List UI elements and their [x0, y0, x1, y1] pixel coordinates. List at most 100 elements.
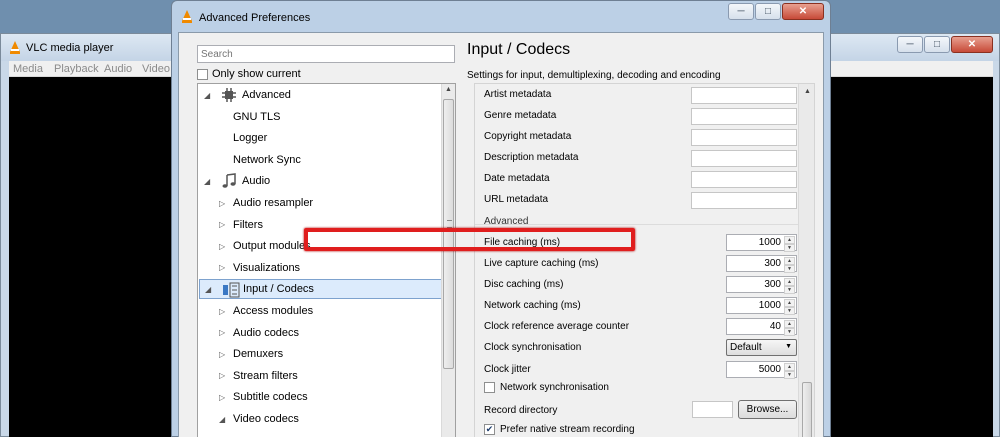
spin-down-icon[interactable]: ▼: [784, 307, 795, 315]
settings-panel: Artist metadata Genre metadata Copyright m…: [474, 83, 815, 437]
spin-down-icon[interactable]: ▼: [784, 371, 795, 379]
url-metadata-label: URL metadata: [484, 194, 549, 205]
tree-item-visualizations[interactable]: ▷ Visualizations: [199, 258, 442, 278]
spin-down-icon[interactable]: ▼: [784, 286, 795, 294]
tree-item-audio-codecs[interactable]: ▷ Audio codecs: [199, 323, 442, 343]
tree-scrollbar[interactable]: ▲: [441, 84, 455, 437]
only-show-current-checkbox[interactable]: [197, 68, 208, 80]
tree-item-video-codecs[interactable]: ◢ Video codecs: [199, 409, 442, 429]
expand-arrow-icon[interactable]: ◢: [204, 177, 210, 186]
tree-item-subtitle-codecs[interactable]: ▷ Subtitle codecs: [199, 387, 442, 407]
expand-arrow-icon[interactable]: ◢: [205, 285, 211, 294]
tree-item-audio-resampler[interactable]: ▷ Audio resampler: [199, 193, 442, 213]
codec-icon: [222, 282, 240, 298]
collapsed-arrow-icon[interactable]: ▷: [219, 199, 225, 208]
expand-arrow-icon[interactable]: ◢: [219, 415, 225, 424]
tree-item-label: Audio: [242, 175, 271, 188]
vlc-cone-icon: [8, 40, 22, 57]
copyright-metadata-label: Copyright metadata: [484, 131, 572, 142]
network-sync-label: Network synchronisation: [500, 382, 609, 393]
tree-item-label: GNU TLS: [233, 110, 281, 123]
spin-up-icon[interactable]: ▲: [784, 320, 795, 328]
menu-playback[interactable]: Playback: [54, 63, 99, 75]
only-show-current-label: Only show current: [212, 68, 301, 80]
tree-item-label: Visualizations: [233, 261, 301, 274]
clock-reference-average-counter-spinbox[interactable]: 40 ▲ ▼: [726, 318, 797, 336]
collapsed-arrow-icon[interactable]: ▷: [219, 242, 225, 251]
group-advanced-label: Advanced: [484, 216, 529, 227]
spin-down-icon[interactable]: ▼: [784, 265, 795, 273]
network-sync-checkbox[interactable]: [484, 382, 495, 393]
dialog-maximize-button[interactable]: □: [755, 3, 781, 20]
panel-title: Input / Codecs: [467, 41, 571, 58]
scroll-up-arrow-icon[interactable]: ▲: [445, 86, 452, 93]
tree-item-label: Input / Codecs: [243, 283, 314, 296]
artist-metadata-field[interactable]: [691, 87, 797, 104]
clock-jitter-value: 5000: [758, 364, 781, 375]
tree-item-demuxers[interactable]: ▷ Demuxers: [199, 344, 442, 364]
prefer-native-option[interactable]: ✔ Prefer native stream recording: [484, 424, 635, 435]
category-tree: ◢ Advanced GNU TLS Logger Network Sync ◢ Audio…: [197, 83, 456, 437]
tree-item-stream-filters[interactable]: ▷ Stream filters: [199, 366, 442, 386]
collapsed-arrow-icon[interactable]: ▷: [219, 220, 225, 229]
record-directory-field[interactable]: [692, 401, 733, 418]
collapsed-arrow-icon[interactable]: ▷: [219, 307, 225, 316]
spin-up-icon[interactable]: ▲: [784, 257, 795, 265]
collapsed-arrow-icon[interactable]: ▷: [219, 263, 225, 272]
search-input[interactable]: [197, 45, 455, 63]
chevron-down-icon: ▼: [785, 343, 792, 350]
scroll-up-arrow-icon[interactable]: ▲: [804, 88, 811, 95]
network-caching-ms-value: 1000: [758, 300, 781, 311]
only-show-current-option[interactable]: Only show current: [197, 68, 301, 80]
collapsed-arrow-icon[interactable]: ▷: [219, 371, 225, 380]
live-capture-caching-ms-spinbox[interactable]: 300 ▲ ▼: [726, 255, 797, 273]
genre-metadata-field[interactable]: [691, 108, 797, 125]
network-caching-ms-label: Network caching (ms): [484, 300, 581, 311]
record-directory-label: Record directory: [484, 405, 558, 416]
description-metadata-field[interactable]: [691, 150, 797, 167]
settings-scrollbar[interactable]: ▲: [798, 84, 814, 437]
menu-media[interactable]: Media: [13, 63, 43, 75]
music-note-icon: [221, 173, 237, 189]
collapsed-arrow-icon[interactable]: ▷: [219, 328, 225, 337]
tree-item-label: Network Sync: [233, 153, 301, 166]
tree-item-audio[interactable]: ◢ Audio: [199, 171, 442, 191]
tree-item-input-codecs[interactable]: ◢ Input / Codecs: [199, 279, 442, 300]
spin-up-icon[interactable]: ▲: [784, 363, 795, 371]
spin-down-icon[interactable]: ▼: [784, 244, 795, 252]
menu-video[interactable]: Video: [142, 63, 170, 75]
network-caching-ms-spinbox[interactable]: 1000 ▲ ▼: [726, 297, 797, 315]
network-sync-option[interactable]: Network synchronisation: [484, 382, 609, 393]
menu-audio[interactable]: Audio: [104, 63, 132, 75]
minimize-button[interactable]: ─: [897, 36, 923, 53]
collapsed-arrow-icon[interactable]: ▷: [219, 393, 225, 402]
clock-jitter-label: Clock jitter: [484, 364, 531, 375]
clock-sync-select[interactable]: Default ▼: [726, 339, 797, 356]
spin-up-icon[interactable]: ▲: [784, 299, 795, 307]
tree-item-advanced[interactable]: ◢ Advanced: [199, 85, 442, 105]
maximize-button[interactable]: □: [924, 36, 950, 53]
tree-item-network-sync[interactable]: Network Sync: [199, 150, 442, 170]
disc-caching-ms-spinbox[interactable]: 300 ▲ ▼: [726, 276, 797, 294]
tree-item-gnu-tls[interactable]: GNU TLS: [199, 107, 442, 127]
prefer-native-checkbox[interactable]: ✔: [484, 424, 495, 435]
tree-item-access-modules[interactable]: ▷ Access modules: [199, 301, 442, 321]
live-capture-caching-ms-value: 300: [764, 258, 781, 269]
clock-jitter-spinbox[interactable]: 5000 ▲ ▼: [726, 361, 797, 379]
close-button[interactable]: ✕: [951, 36, 993, 53]
collapsed-arrow-icon[interactable]: ▷: [219, 350, 225, 359]
spin-up-icon[interactable]: ▲: [784, 236, 795, 244]
date-metadata-field[interactable]: [691, 171, 797, 188]
tree-item-label: Filters: [233, 218, 263, 231]
copyright-metadata-field[interactable]: [691, 129, 797, 146]
file-caching-ms-spinbox[interactable]: 1000 ▲ ▼: [726, 234, 797, 252]
dialog-close-button[interactable]: ✕: [782, 3, 824, 20]
tree-item-logger[interactable]: Logger: [199, 128, 442, 148]
spin-up-icon[interactable]: ▲: [784, 278, 795, 286]
spin-down-icon[interactable]: ▼: [784, 328, 795, 336]
url-metadata-field[interactable]: [691, 192, 797, 209]
browse-button[interactable]: Browse...: [738, 400, 797, 419]
settings-scroll-thumb[interactable]: [802, 382, 812, 437]
dialog-minimize-button[interactable]: ─: [728, 3, 754, 20]
expand-arrow-icon[interactable]: ◢: [204, 91, 210, 100]
